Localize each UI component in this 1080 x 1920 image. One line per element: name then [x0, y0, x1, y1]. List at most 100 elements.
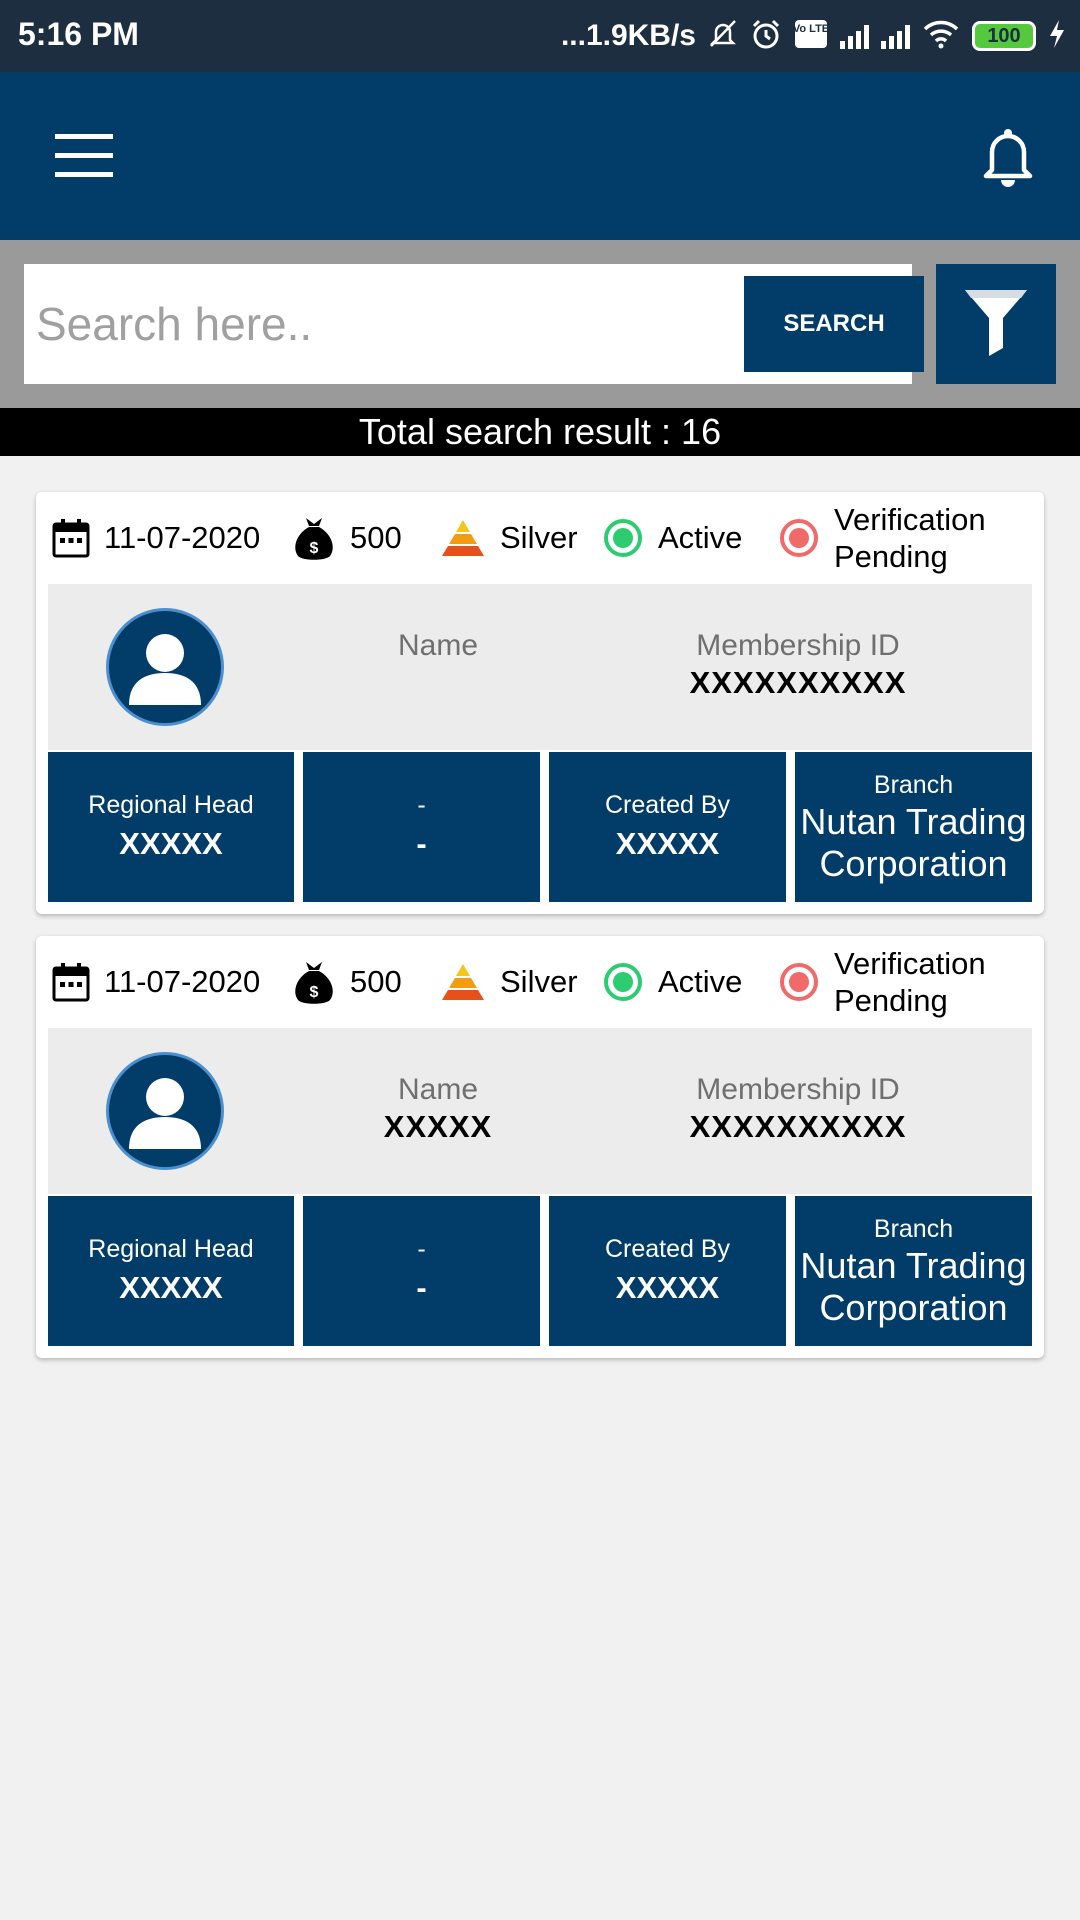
- branch-label: Branch: [873, 771, 954, 799]
- tier-pyramid-icon: [440, 518, 486, 558]
- dash-value: -: [416, 1270, 427, 1305]
- pending-status-icon: [778, 961, 820, 1003]
- name-label: Name: [397, 1073, 479, 1106]
- search-bar: SEARCH: [0, 240, 1080, 408]
- net-speed: ...1.9KB/s: [560, 19, 696, 52]
- dash-label: -: [417, 1235, 426, 1263]
- branch-value-line1: Nutan Trading: [800, 1245, 1027, 1286]
- name-field: Name: [358, 628, 518, 664]
- calendar-icon: [52, 518, 90, 558]
- membership-label: Membership ID: [696, 629, 900, 662]
- search-input[interactable]: [36, 284, 716, 364]
- tier-meta: Silver: [440, 936, 578, 1028]
- charging-icon: [1048, 19, 1066, 54]
- branch-value-line2: Corporation: [819, 843, 1008, 884]
- regional-head-value: XXXXX: [119, 826, 223, 861]
- card-status: Active: [658, 520, 743, 555]
- money-bag-icon: $: [292, 514, 336, 562]
- filter-button[interactable]: [936, 264, 1056, 384]
- total-search-result: Total search result : 16: [0, 408, 1080, 456]
- amount-meta: $ 500: [292, 492, 402, 584]
- stat-row: Regional Head XXXXX - - Created By XXXXX…: [48, 752, 1032, 902]
- menu-icon[interactable]: [55, 134, 113, 178]
- status-bar: 5:16 PM ...1.9KB/s Vo LTE 100: [0, 0, 1080, 72]
- search-button[interactable]: SEARCH: [744, 276, 924, 372]
- filter-icon: [963, 286, 1029, 363]
- membership-field: Membership ID XXXXXXXXXX: [648, 628, 948, 702]
- dash-tile: - -: [303, 752, 540, 902]
- created-by-value: XXXXX: [615, 1270, 720, 1305]
- card-amount: 500: [350, 964, 402, 999]
- branch-label: Branch: [873, 1215, 954, 1243]
- app-bar: [0, 72, 1080, 240]
- battery-icon: 100: [972, 21, 1036, 51]
- search-box: SEARCH: [24, 264, 924, 384]
- date-meta: 11-07-2020: [52, 936, 260, 1028]
- card-tier: Silver: [500, 964, 578, 999]
- membership-label: Membership ID: [696, 1073, 900, 1106]
- bell-icon[interactable]: [980, 124, 1036, 188]
- alarm-icon: [750, 18, 782, 55]
- created-by-tile: Created By XXXXX: [549, 752, 786, 902]
- verification-status: Verification Pending: [834, 946, 986, 1018]
- branch-tile: Branch Nutan Trading Corporation: [795, 1196, 1032, 1346]
- status-meta: Active: [602, 936, 742, 1028]
- name-field: Name XXXXX: [358, 1072, 518, 1146]
- amount-meta: $ 500: [292, 936, 402, 1028]
- card-tier: Silver: [500, 520, 578, 555]
- created-by-label: Created By: [604, 791, 731, 819]
- regional-head-value: XXXXX: [119, 1270, 223, 1305]
- status-meta: Active: [602, 492, 742, 584]
- verification-meta: Verification Pending: [778, 492, 986, 584]
- svg-text:$: $: [310, 540, 319, 557]
- dash-value: -: [416, 826, 427, 861]
- card-meta-row: 11-07-2020 $ 500 Silver Active Verificat…: [36, 936, 1044, 1028]
- active-status-icon: [602, 517, 644, 559]
- card-meta-row: 11-07-2020 $ 500 Silver Active Verificat…: [36, 492, 1044, 584]
- mute-bell-icon: [708, 18, 738, 55]
- signal-icon: [881, 23, 910, 49]
- svg-text:$: $: [310, 984, 319, 1001]
- member-card[interactable]: 11-07-2020 $ 500 Silver Active Verificat…: [36, 936, 1044, 1358]
- membership-value: XXXXXXXXXX: [689, 1109, 907, 1144]
- card-status: Active: [658, 964, 743, 999]
- regional-head-tile: Regional Head XXXXX: [48, 752, 294, 902]
- calendar-icon: [52, 962, 90, 1002]
- branch-value-line1: Nutan Trading: [800, 801, 1027, 842]
- created-by-label: Created By: [604, 1235, 731, 1263]
- dash-label: -: [417, 791, 426, 819]
- member-card[interactable]: 11-07-2020 $ 500 Silver Active Verificat…: [36, 492, 1044, 914]
- regional-head-label: Regional Head: [88, 791, 254, 819]
- profile-panel: Name Membership ID XXXXXXXXXX: [48, 584, 1032, 750]
- status-time: 5:16 PM: [18, 16, 139, 52]
- stat-row: Regional Head XXXXX - - Created By XXXXX…: [48, 1196, 1032, 1346]
- pending-status-icon: [778, 517, 820, 559]
- avatar: [106, 1052, 224, 1170]
- tier-meta: Silver: [440, 492, 578, 584]
- membership-value: XXXXXXXXXX: [689, 665, 907, 700]
- profile-panel: Name XXXXX Membership ID XXXXXXXXXX: [48, 1028, 1032, 1194]
- volte-label: Vo LTE: [794, 23, 828, 35]
- branch-tile: Branch Nutan Trading Corporation: [795, 752, 1032, 902]
- wifi-icon: [922, 19, 960, 54]
- card-date: 11-07-2020: [104, 520, 261, 555]
- card-amount: 500: [350, 520, 402, 555]
- regional-head-tile: Regional Head XXXXX: [48, 1196, 294, 1346]
- tier-pyramid-icon: [440, 962, 486, 1002]
- status-icons: ...1.9KB/s Vo LTE 100: [561, 14, 1066, 58]
- date-meta: 11-07-2020: [52, 492, 260, 584]
- created-by-tile: Created By XXXXX: [549, 1196, 786, 1346]
- active-status-icon: [602, 961, 644, 1003]
- dash-tile: - -: [303, 1196, 540, 1346]
- card-date: 11-07-2020: [104, 964, 261, 999]
- name-value: XXXXX: [383, 1109, 493, 1144]
- volte-icon: Vo LTE: [793, 19, 829, 54]
- verification-status: Verification Pending: [834, 502, 986, 574]
- regional-head-label: Regional Head: [88, 1235, 254, 1263]
- name-label: Name: [397, 629, 479, 662]
- verification-meta: Verification Pending: [778, 936, 986, 1028]
- branch-value-line2: Corporation: [819, 1287, 1008, 1328]
- signal-icon: [840, 23, 869, 49]
- created-by-value: XXXXX: [615, 826, 720, 861]
- avatar: [106, 608, 224, 726]
